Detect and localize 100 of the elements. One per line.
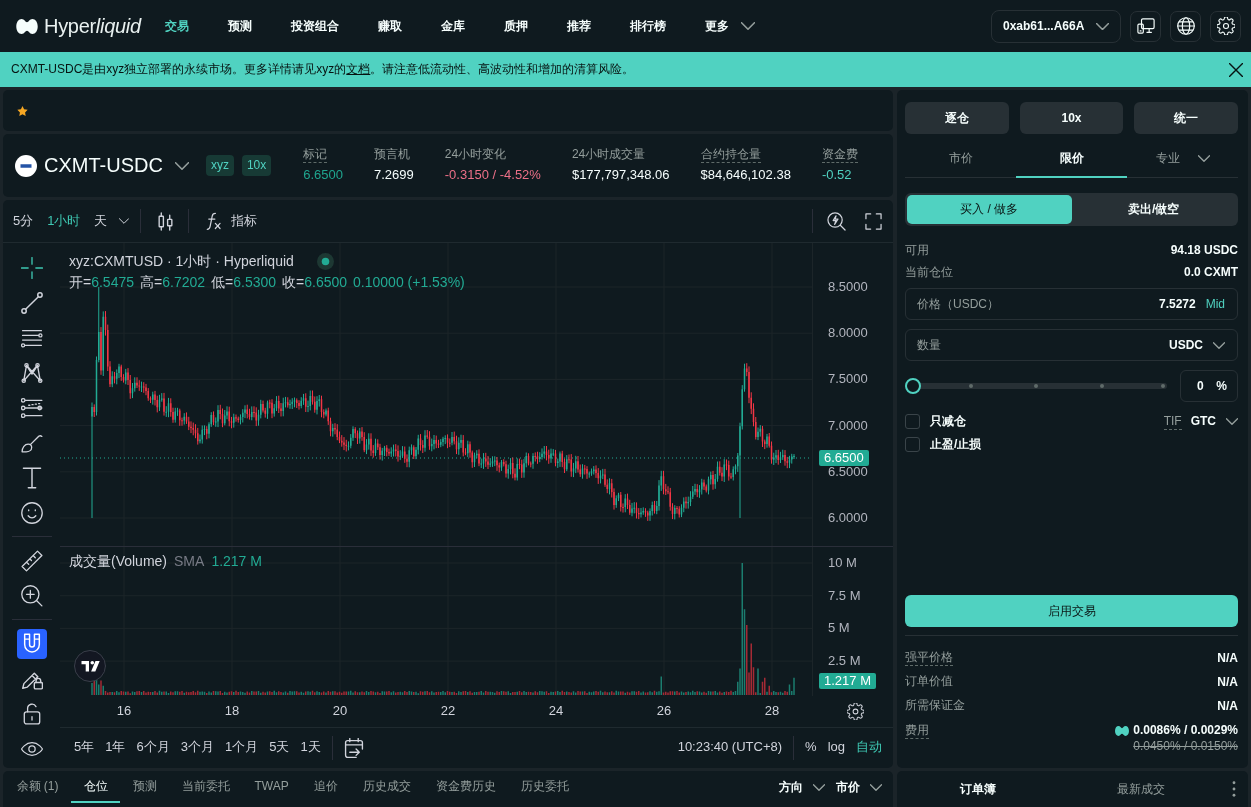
ohlc-value: 低=6.5300 — [211, 273, 277, 292]
nav-link[interactable]: 赚取 — [378, 18, 402, 34]
range-button[interactable]: 6个月 — [136, 739, 170, 756]
globe-icon — [1176, 17, 1195, 35]
price-field[interactable]: 价格（USDC） 7.5272 Mid — [905, 288, 1238, 320]
tif-dropdown[interactable]: GTC — [1190, 414, 1238, 429]
devices-button[interactable] — [1130, 10, 1161, 42]
account-tab[interactable]: 仓位 — [71, 771, 120, 803]
nav-link[interactable]: 排行榜 — [630, 18, 666, 34]
scale-option[interactable]: log — [827, 739, 845, 756]
account-tab[interactable]: TWAP — [242, 771, 302, 803]
range-button[interactable]: 3个月 — [180, 739, 214, 756]
scale-option[interactable]: % — [805, 739, 817, 756]
market-symbol[interactable]: CXMT-USDC — [44, 153, 163, 178]
settings-button[interactable] — [1210, 10, 1241, 42]
book-tab[interactable]: 最新成交 — [1059, 771, 1222, 807]
pattern-icon[interactable] — [20, 361, 43, 384]
nav-link[interactable]: 质押 — [504, 18, 528, 34]
more-icon[interactable] — [1232, 781, 1236, 797]
tif-label: TIF — [1163, 413, 1182, 430]
interval-button[interactable]: 天 — [94, 212, 130, 230]
stat-value: $177,797,348.06 — [571, 167, 670, 184]
nav-link[interactable]: 更多 — [705, 18, 755, 34]
axis-label: 2.5 M — [828, 653, 861, 670]
checkbox[interactable] — [905, 414, 920, 429]
account-tab[interactable]: 预测 — [120, 771, 169, 803]
order-type-tab[interactable]: 限价 — [1016, 140, 1127, 178]
nav-link[interactable]: 推荐 — [567, 18, 591, 34]
interval-button[interactable]: 5分 — [13, 212, 34, 230]
wallet-button[interactable]: 0xab61...A66A — [991, 9, 1121, 43]
language-button[interactable] — [1170, 10, 1201, 42]
unit-dropdown[interactable]: USDC — [1169, 337, 1225, 353]
magnet-button[interactable] — [16, 628, 47, 659]
range-button[interactable]: 1天 — [300, 739, 321, 756]
logo-badge-icon[interactable] — [74, 650, 106, 682]
docs-link[interactable]: 文档 — [346, 62, 371, 76]
axis-label: 6.0000 — [828, 510, 868, 526]
checkbox-label[interactable]: 止盈/止损 — [930, 437, 982, 452]
volume-value: 1.217 M — [211, 552, 262, 571]
last-price-tag: 6.6500 — [819, 450, 869, 466]
nav-link[interactable]: 金库 — [441, 18, 465, 34]
crosshair-icon[interactable] — [20, 256, 43, 279]
account-tab[interactable]: 历史成交 — [350, 771, 424, 803]
account-tab[interactable]: 追价 — [301, 771, 351, 803]
scale-option[interactable]: 自动 — [856, 739, 882, 756]
account-tab[interactable]: 当前委托 — [169, 771, 242, 803]
account-tab[interactable]: 余额 (1) — [4, 771, 71, 803]
levels-icon[interactable] — [20, 396, 43, 419]
axis-label: 18 — [224, 703, 240, 720]
checkbox[interactable] — [905, 437, 920, 452]
order-type-tab[interactable]: 市价 — [905, 140, 1016, 178]
order-type-tab[interactable]: 专业 — [1127, 140, 1238, 178]
chevron-down-icon[interactable] — [174, 161, 189, 170]
range-button[interactable]: 1年 — [105, 739, 126, 756]
filter-dropdown[interactable]: 市价 — [836, 779, 882, 795]
quick-search-icon[interactable] — [827, 211, 846, 231]
account-tab[interactable]: 资金费历史 — [423, 771, 509, 803]
account-tab[interactable]: 历史委托 — [508, 771, 582, 803]
summary-value: N/A — [1217, 650, 1238, 666]
emoji-icon[interactable] — [20, 501, 43, 524]
axis-label: 7.0000 — [828, 417, 868, 434]
info-value: 0.0 CXMT — [1184, 264, 1238, 280]
ruler-icon[interactable] — [20, 549, 43, 572]
settings-icon[interactable] — [847, 703, 864, 720]
calendar-icon[interactable] — [343, 737, 364, 758]
trend-line-icon[interactable] — [20, 291, 43, 314]
axis-label: 26 — [656, 703, 672, 720]
margin-button[interactable]: 10x — [1019, 102, 1124, 134]
zoom-in-icon[interactable] — [20, 584, 43, 607]
close-icon[interactable] — [1229, 62, 1243, 77]
indicator-name: SMA — [174, 552, 205, 571]
range-button[interactable]: 5年 — [74, 739, 95, 756]
side-button[interactable]: 卖出/做空 — [1071, 195, 1236, 224]
range-button[interactable]: 1个月 — [224, 739, 259, 756]
indicators-button[interactable]: 指标 — [205, 212, 258, 230]
margin-button[interactable]: 统一 — [1134, 102, 1238, 134]
axis-label: 10 M — [828, 555, 857, 571]
margin-button[interactable]: 逐仓 — [905, 102, 1009, 134]
size-field[interactable]: 数量 USDC — [905, 329, 1238, 361]
interval-button[interactable]: 1小时 — [47, 212, 81, 230]
mid-link[interactable]: Mid — [1205, 296, 1225, 312]
nav-link[interactable]: 投资组合 — [291, 18, 339, 34]
checkbox-label[interactable]: 只减仓 — [930, 414, 966, 429]
candlestick-icon[interactable] — [158, 211, 174, 231]
slider-thumb[interactable] — [905, 378, 921, 394]
side-button[interactable]: 买入 / 做多 — [907, 195, 1072, 224]
axis-label: 5 M — [828, 620, 850, 637]
fee-value: 0.0086% / 0.0029% — [1133, 723, 1238, 738]
chevron-down-icon — [1226, 418, 1238, 425]
nav-link[interactable]: 交易 — [165, 18, 189, 34]
star-icon[interactable] — [17, 105, 28, 116]
logo-icon[interactable] — [16, 18, 38, 34]
book-tab[interactable]: 订单簿 — [897, 771, 1060, 807]
brand-name[interactable]: Hyperliquid — [44, 13, 141, 39]
text-tool-icon[interactable] — [20, 466, 43, 489]
enable-trading-button[interactable]: 启用交易 — [905, 595, 1238, 627]
range-button[interactable]: 5天 — [269, 739, 290, 756]
nav-link[interactable]: 预测 — [228, 18, 252, 34]
fullscreen-icon[interactable] — [865, 212, 882, 230]
filter-dropdown[interactable]: 方向 — [779, 779, 825, 795]
